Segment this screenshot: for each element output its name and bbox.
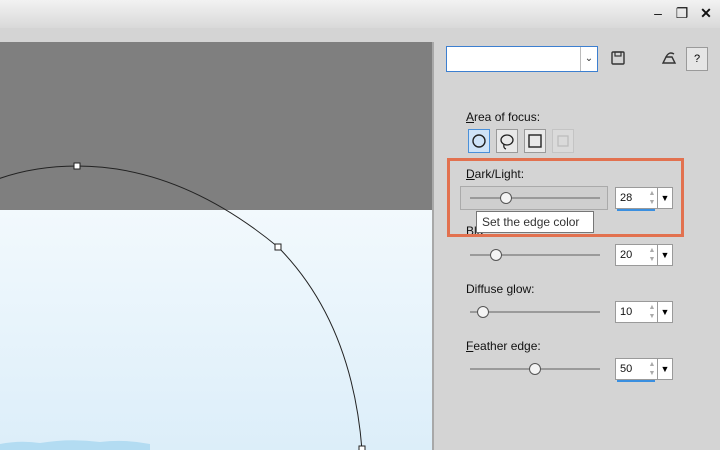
feather-edge-value: 50	[620, 363, 633, 375]
feather-edge-spinbox[interactable]: 50 ▲ ▼ ▼	[615, 358, 673, 382]
feather-edge-label: Feather edge:	[466, 339, 541, 353]
close-button[interactable]: ✕	[696, 4, 716, 22]
settings-panel: ⌄ ? Area of focus: Dark/Light: 28 ▲ ▼ ▼ B…	[434, 42, 720, 450]
lasso-icon	[500, 134, 514, 150]
preview-canvas[interactable]	[0, 42, 432, 450]
preset-dropdown[interactable]: ⌄	[446, 46, 598, 72]
diffuse-glow-slider[interactable]	[470, 311, 600, 313]
restore-button[interactable]: ❐	[672, 4, 692, 22]
focus-handle-bottom[interactable]	[358, 445, 366, 450]
focus-disabled-button	[552, 129, 574, 153]
floppy-disk-icon	[611, 51, 625, 65]
delete-preset-button[interactable]	[660, 50, 682, 72]
feather-edge-slider-thumb[interactable]	[529, 363, 541, 375]
circle-icon	[472, 134, 486, 148]
spin-arrows-icon[interactable]: ▲ ▼	[647, 303, 657, 321]
blur-spinbox[interactable]: 20 ▲ ▼ ▼	[615, 244, 673, 266]
dropdown-arrow-icon[interactable]: ▼	[657, 245, 672, 265]
chevron-down-icon[interactable]: ⌄	[580, 47, 597, 71]
help-button[interactable]: ?	[686, 47, 708, 71]
dropdown-arrow-icon[interactable]: ▼	[657, 359, 672, 379]
spin-accent-bar	[617, 380, 655, 382]
spin-arrows-icon[interactable]: ▲ ▼	[647, 246, 657, 264]
blur-value: 20	[620, 249, 633, 261]
area-of-focus-label: Area of focus:	[466, 110, 541, 124]
diffuse-glow-label: Diffuse glow:	[466, 282, 535, 296]
focus-freehand-button[interactable]	[496, 129, 518, 153]
diffuse-glow-spinbox[interactable]: 10 ▲ ▼ ▼	[615, 301, 673, 323]
dropdown-arrow-icon[interactable]: ▼	[657, 302, 672, 322]
reset-icon	[661, 52, 677, 64]
square-icon	[557, 135, 569, 147]
focus-handle-top[interactable]	[73, 162, 81, 170]
focus-circle-button[interactable]	[468, 129, 490, 153]
title-bar: – ❐ ✕	[0, 0, 720, 28]
save-preset-button[interactable]	[610, 50, 632, 72]
spin-arrows-icon[interactable]: ▲ ▼	[647, 360, 657, 378]
rectangle-icon	[528, 134, 542, 148]
diffuse-glow-value: 10	[620, 306, 633, 318]
blur-slider-thumb[interactable]	[490, 249, 502, 261]
focus-handle-right[interactable]	[274, 243, 282, 251]
focus-circle-overlay[interactable]	[0, 42, 432, 450]
diffuse-glow-slider-thumb[interactable]	[477, 306, 489, 318]
tooltip: Set the edge color	[476, 211, 594, 233]
focus-rectangle-button[interactable]	[524, 129, 546, 153]
minimize-button[interactable]: –	[648, 4, 668, 22]
